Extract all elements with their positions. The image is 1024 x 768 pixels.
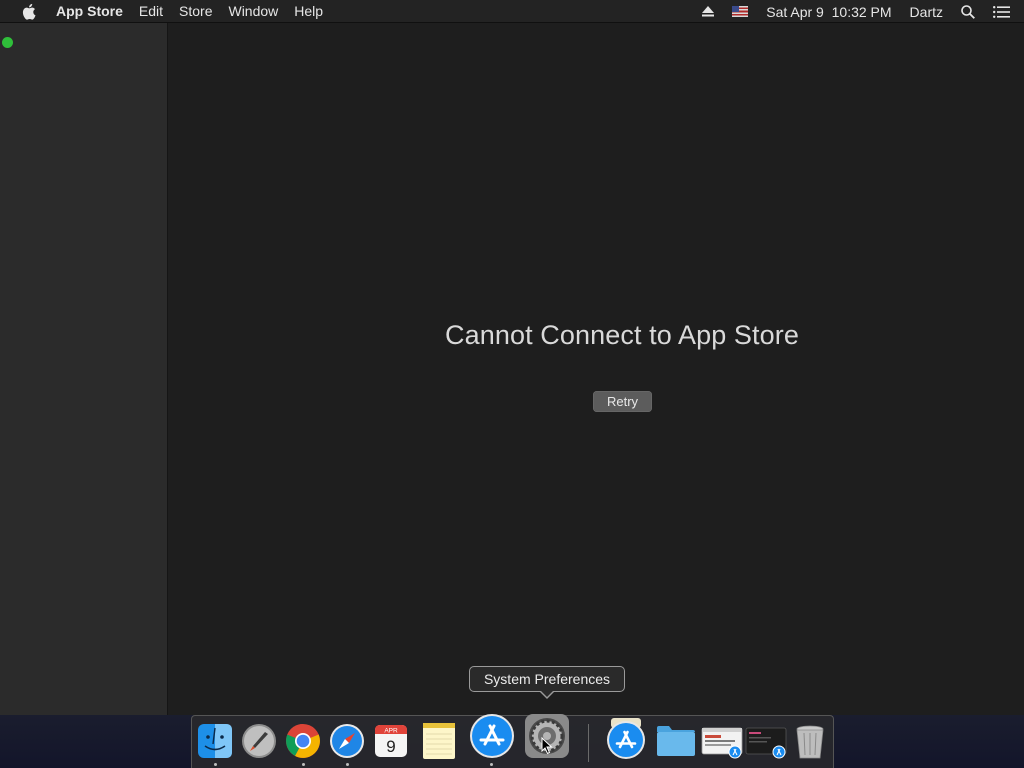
sidebar [0,23,168,715]
safari-icon[interactable] [328,722,366,760]
menu-app-store[interactable]: App Store [56,0,131,23]
calendar-icon[interactable]: APR 9 [372,722,410,760]
chrome-icon[interactable] [284,722,322,760]
finder-icon[interactable] [196,722,234,760]
status-area: Sat Apr 9 10:32 PM Dartz [693,0,1024,23]
app-store-download-icon[interactable] [605,718,647,760]
eject-icon[interactable] [693,0,723,23]
tooltip-arrow-inner [540,690,554,697]
safari-running-indicator [346,763,349,766]
dock: APR 9 [191,713,834,768]
clock[interactable]: Sat Apr 9 10:32 PM [757,0,900,23]
dock-separator [588,724,589,762]
app-store-running-indicator [490,763,493,766]
folder-icon[interactable] [655,722,695,760]
launchpad-icon[interactable] [240,722,278,760]
retry-button[interactable]: Retry [593,391,652,412]
app-store-icon[interactable] [469,713,515,759]
dark-window-icon[interactable] [745,722,787,760]
notes-icon[interactable] [420,722,458,760]
chrome-running-indicator [302,763,305,766]
menu-edit[interactable]: Edit [131,0,171,23]
calendar-month: APR [384,728,398,735]
menu-window[interactable]: Window [220,0,286,23]
apple-icon[interactable] [0,0,56,23]
dock-tooltip: System Preferences [469,666,625,692]
us-flag-input-icon[interactable] [723,0,757,23]
main-content: Cannot Connect to App Store Retry [169,23,1024,715]
notification-center-icon[interactable] [984,0,1024,23]
spotlight-search-icon[interactable] [952,0,984,23]
menu-help[interactable]: Help [286,0,331,23]
user-name[interactable]: Dartz [901,0,952,23]
zoom-window-button[interactable] [2,37,13,48]
trash-icon[interactable] [791,722,829,760]
browser-window-icon[interactable] [701,722,743,760]
menu-bar: App Store Edit Store Window Help Sat Apr… [0,0,1024,23]
menu-store[interactable]: Store [171,0,220,23]
finder-running-indicator [214,763,217,766]
error-title: Cannot Connect to App Store [445,320,799,350]
mouse-pointer-icon [541,736,553,755]
calendar-day: 9 [386,737,395,756]
